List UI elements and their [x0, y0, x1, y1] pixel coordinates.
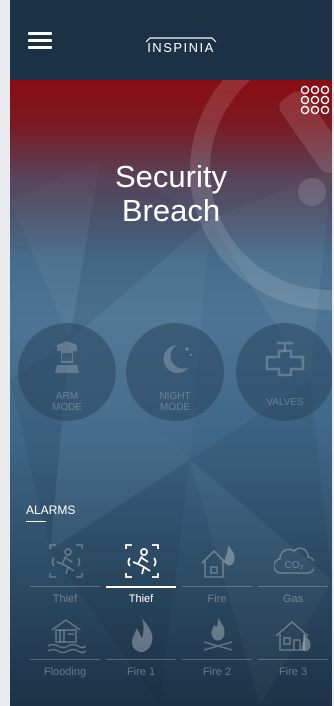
alarm-fire-1[interactable]: Fire 1: [106, 616, 180, 678]
alarm-flooding[interactable]: Flooding: [30, 616, 104, 678]
alarm-fire-2[interactable]: Fire 2: [182, 616, 256, 678]
house-fire-icon: [201, 545, 235, 578]
night-mode-label-2: MODE: [160, 402, 190, 413]
valve-icon: [265, 341, 305, 377]
alarms-title-underline: [26, 521, 46, 522]
alarm-label: Fire 3: [278, 666, 308, 678]
flooding-icon: [47, 619, 86, 654]
house-burning-icon: [275, 620, 311, 652]
arm-icon: [55, 341, 79, 373]
top-bar: INSPINIA: [10, 0, 332, 80]
status-title-line1: Security: [115, 159, 227, 194]
co2-cloud-icon: CO₂: [274, 547, 314, 574]
alarm-label: Gas: [282, 593, 304, 605]
brand-logo: INSPINIA: [136, 36, 226, 58]
arm-mode-button[interactable]: ARM MODE: [18, 323, 116, 421]
alarm-label: Flooding: [43, 666, 87, 678]
valves-label: VALVES: [266, 397, 304, 408]
alarm-label: Thief: [128, 593, 154, 605]
alarm-thief-1[interactable]: Thief: [30, 543, 104, 605]
grid-dots-icon[interactable]: [300, 84, 330, 118]
alarm-fire-3[interactable]: Fire 3: [258, 616, 332, 678]
night-mode-button[interactable]: NIGHT MODE: [126, 323, 224, 421]
alarm-label: Fire 2: [202, 666, 232, 678]
svg-text:CO₂: CO₂: [285, 560, 304, 571]
app-screen: INSPINIA Security Breach ARM MODE NIGHT …: [10, 0, 332, 706]
status-title-line2: Breach: [121, 193, 221, 228]
alarm-label: Thief: [52, 593, 78, 605]
alarm-label: Fire: [207, 593, 227, 605]
alarm-gas[interactable]: CO₂ Gas: [258, 543, 332, 605]
thief-icon: [49, 544, 83, 578]
hamburger-menu-icon[interactable]: [28, 32, 52, 50]
valves-button[interactable]: VALVES: [236, 323, 332, 421]
campfire-icon: [203, 618, 233, 651]
flame-icon: [132, 618, 153, 652]
alarm-thief-2[interactable]: Thief: [106, 543, 180, 605]
alarms-section-title: ALARMS: [26, 503, 76, 517]
alarm-fire[interactable]: Fire: [182, 543, 256, 605]
alarm-label: Fire 1: [126, 666, 156, 678]
moon-icon: [163, 345, 192, 373]
brand-name: INSPINIA: [147, 40, 215, 55]
thief-icon: [125, 544, 159, 578]
arm-mode-label-2: MODE: [52, 402, 82, 413]
